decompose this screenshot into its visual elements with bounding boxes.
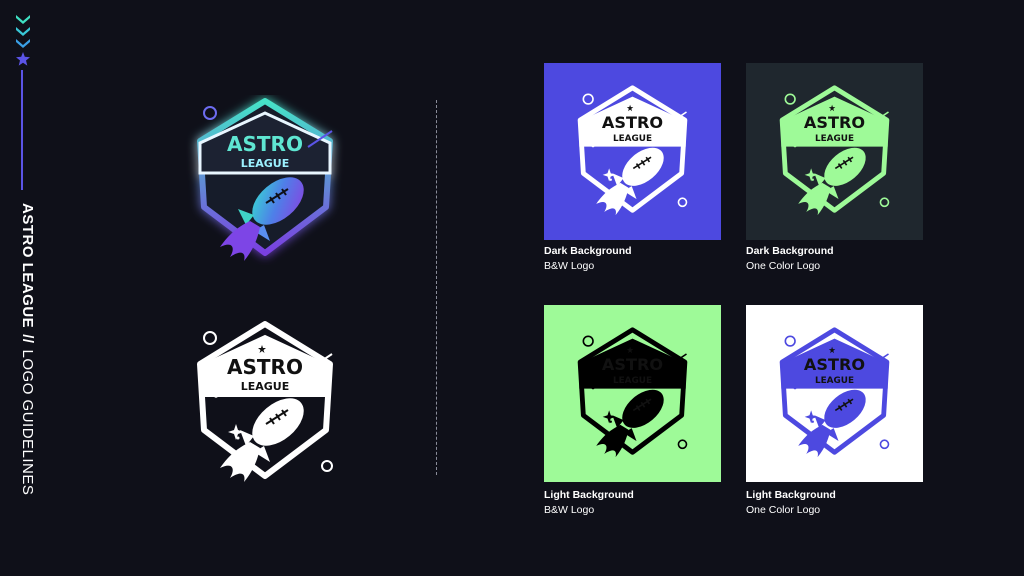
brand-name: ASTRO LEAGUE	[19, 203, 36, 329]
variant-subheading: One Color Logo	[746, 260, 821, 272]
variant-caption: Light Background One Color Logo	[746, 488, 836, 518]
bw-logo	[564, 325, 701, 462]
star-icon	[16, 52, 30, 66]
dashed-divider	[436, 100, 437, 475]
variant-tile-light-one-color	[746, 305, 923, 482]
title-separator: //	[19, 334, 36, 344]
chevron-down-icon	[16, 27, 30, 36]
bw-logo	[564, 83, 701, 220]
chevron-down-icon	[16, 39, 30, 48]
variant-caption: Light Background B&W Logo	[544, 488, 634, 518]
variant-tile-light-bw	[544, 305, 721, 482]
one-color-logo	[766, 325, 903, 462]
side-accent-line	[21, 70, 23, 190]
logo-word-bottom: LEAGUE	[241, 157, 290, 170]
variant-heading: Light Background	[544, 489, 634, 501]
variant-caption: Dark Background B&W Logo	[544, 244, 632, 274]
variant-tile-dark-one-color	[746, 63, 923, 240]
variant-caption: Dark Background One Color Logo	[746, 244, 834, 274]
vertical-title: ASTRO LEAGUE // LOGO GUIDELINES	[8, 203, 38, 495]
variant-heading: Dark Background	[544, 245, 632, 257]
bw-logo-on-dark	[180, 318, 350, 488]
logo-word-top: ASTRO	[227, 132, 303, 156]
variant-tile-dark-bw	[544, 63, 721, 240]
variant-subheading: B&W Logo	[544, 504, 595, 516]
side-icon-stack	[14, 14, 32, 66]
variant-subheading: One Color Logo	[746, 504, 821, 516]
primary-color-logo: ASTRO LEAGUE	[197, 98, 333, 261]
chevron-down-icon	[16, 15, 30, 24]
one-color-logo	[766, 83, 903, 220]
variant-heading: Light Background	[746, 489, 836, 501]
section-title: LOGO GUIDELINES	[19, 349, 36, 496]
variant-heading: Dark Background	[746, 245, 834, 257]
variant-subheading: B&W Logo	[544, 260, 595, 272]
